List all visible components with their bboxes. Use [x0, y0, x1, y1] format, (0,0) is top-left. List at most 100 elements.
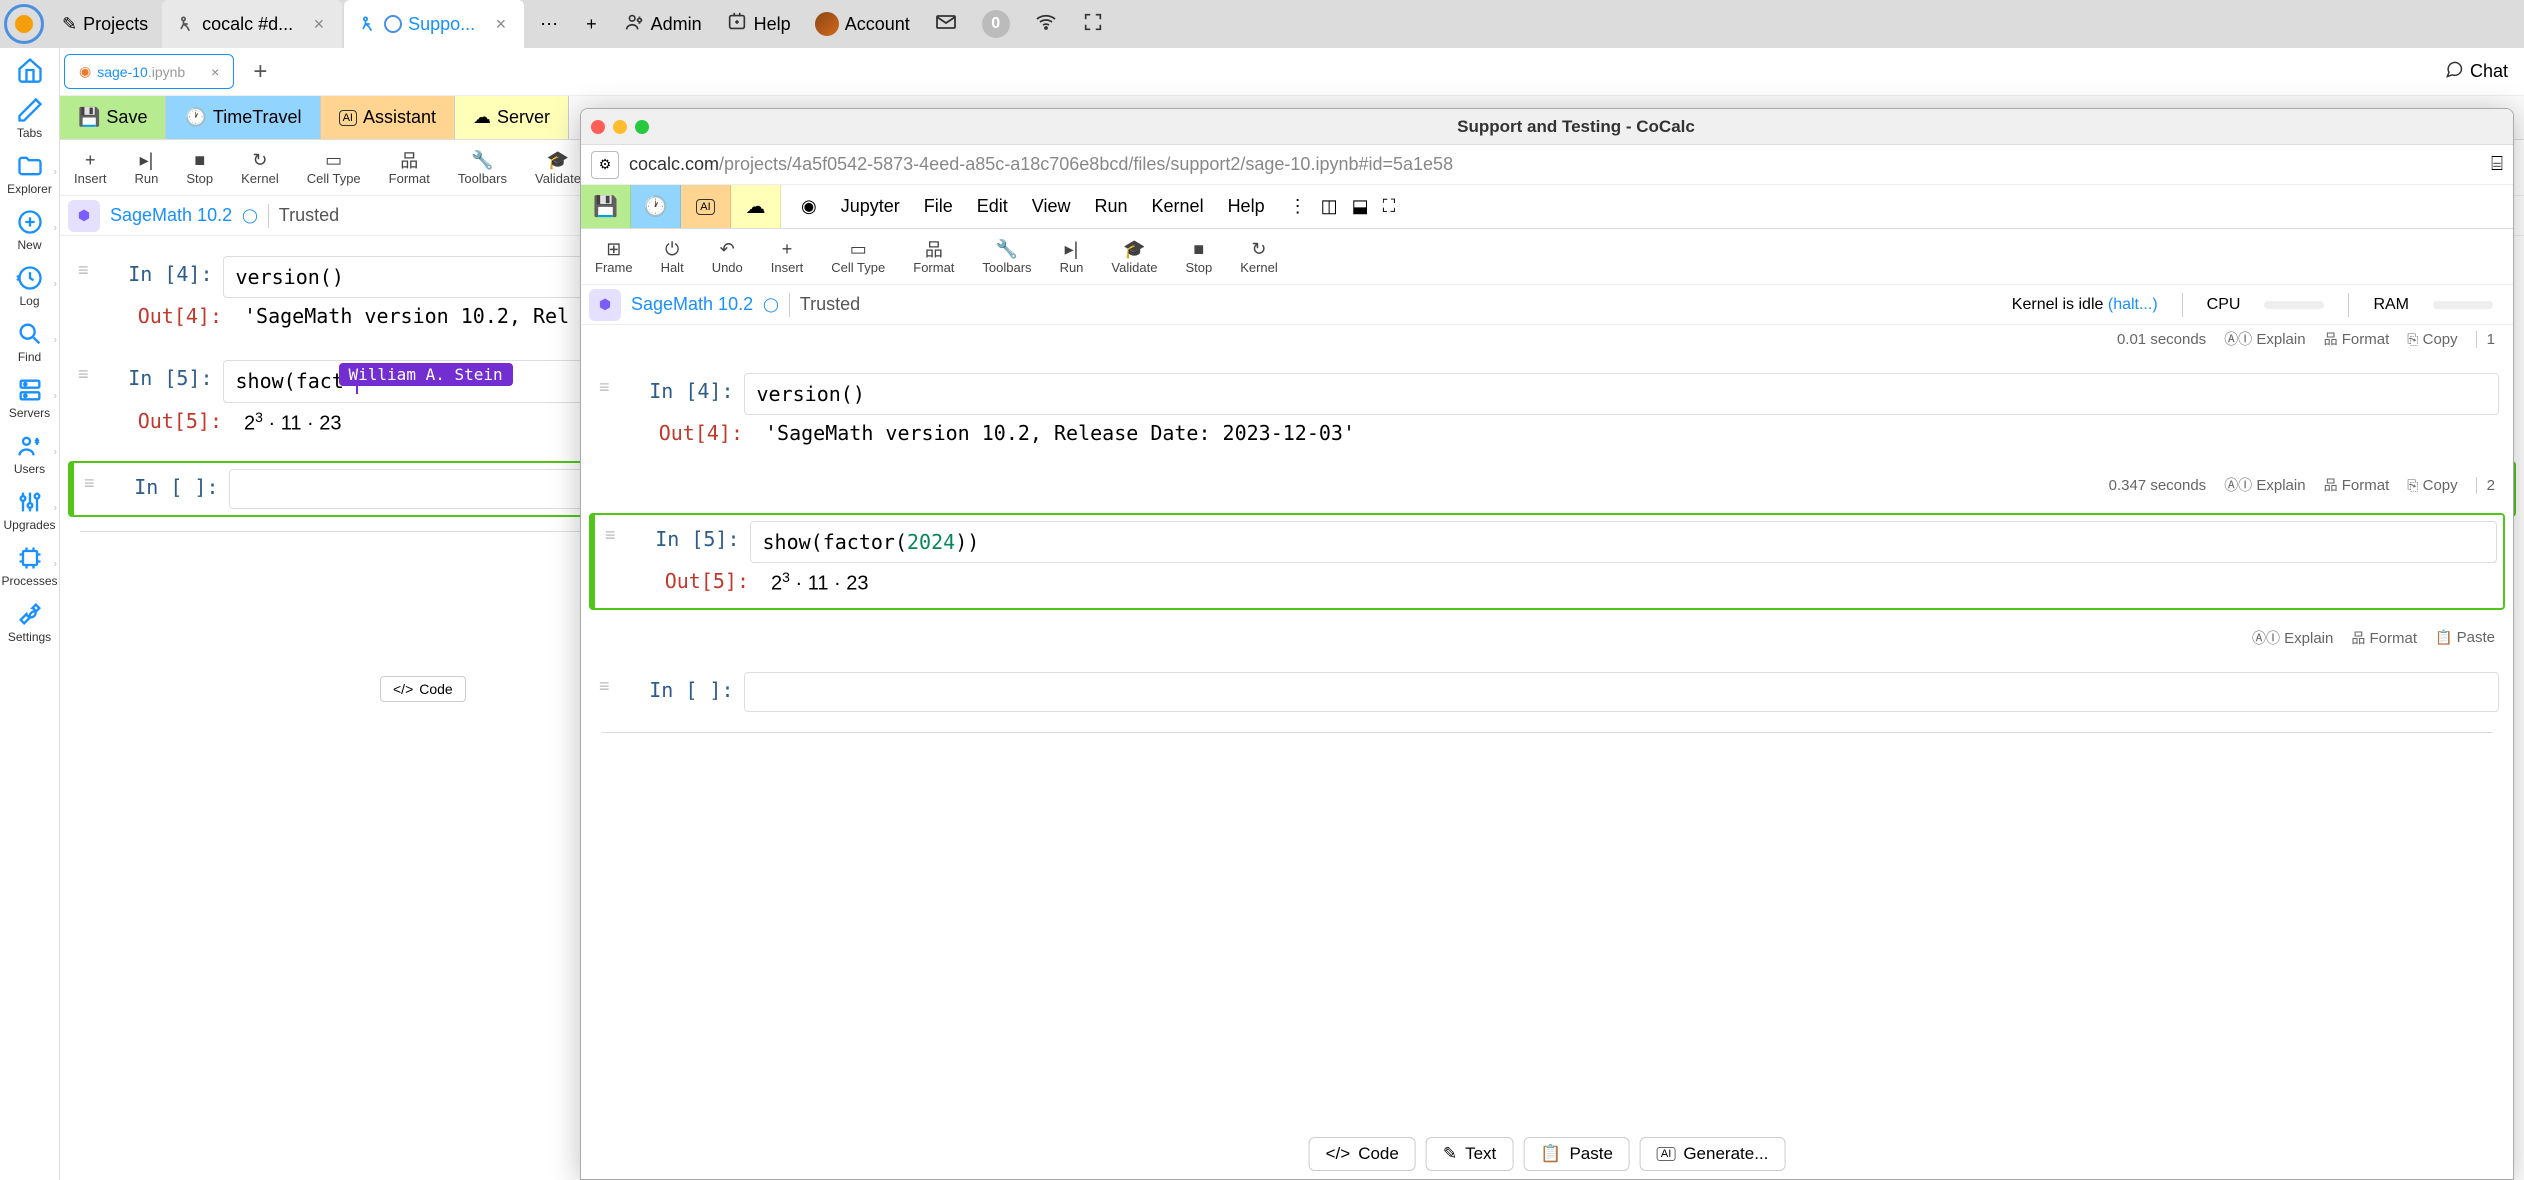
copy-button[interactable]: ⎘ Copy — [2407, 477, 2457, 494]
w2-tb-toolbars[interactable]: 🔧Toolbars — [968, 229, 1045, 284]
format-button[interactable]: 品 Format — [2351, 628, 2417, 648]
wifi-button[interactable] — [1022, 10, 1070, 39]
tab-cocalc-d[interactable]: cocalc #d... × — [162, 0, 342, 48]
menu-edit[interactable]: Edit — [977, 196, 1008, 217]
sidebar-explorer[interactable]: Explorer › — [0, 144, 59, 200]
save-button[interactable]: 💾 Save — [60, 96, 166, 139]
admin-button[interactable]: Admin — [611, 11, 714, 38]
sidebar-tabs[interactable]: Tabs — [0, 88, 59, 144]
insert-paste-button[interactable]: 📋Paste — [1523, 1137, 1630, 1171]
code-input[interactable] — [744, 672, 2499, 712]
w2-tb-kernel[interactable]: ↻Kernel — [1226, 229, 1292, 284]
drag-handle-icon[interactable]: ≡ — [595, 672, 614, 701]
w2-tb-halt[interactable]: ⏻Halt — [647, 229, 698, 284]
close-window-icon[interactable] — [591, 120, 605, 134]
notifications-button[interactable]: 0 — [970, 10, 1022, 38]
toolbar-toolbars[interactable]: 🔧Toolbars — [444, 140, 521, 195]
w2-tb-format[interactable]: 品Format — [899, 229, 968, 284]
split-v-icon[interactable]: ⬓ — [1352, 196, 1369, 217]
server-button[interactable]: ☁ Server — [455, 96, 569, 139]
cell-type-selector[interactable]: </> Code — [380, 676, 466, 702]
code-input[interactable]: show(factor(2024)) — [750, 521, 2497, 563]
drag-handle-icon[interactable]: ≡ — [74, 256, 93, 285]
format-button[interactable]: 品 Format — [2324, 329, 2390, 349]
fullscreen-button[interactable] — [1070, 11, 1116, 38]
w2-tb-validate[interactable]: 🎓Validate — [1097, 229, 1171, 284]
w2-tb-insert[interactable]: +Insert — [757, 229, 818, 284]
insert-text-button[interactable]: ✎Text — [1426, 1137, 1513, 1171]
projects-button[interactable]: ✎ Projects — [48, 0, 162, 48]
menu-jupyter[interactable]: Jupyter — [841, 196, 900, 217]
sidebar-log[interactable]: Log › — [0, 256, 59, 312]
url-text[interactable]: cocalc.com/projects/4a5f0542-5873-4eed-a… — [629, 154, 2481, 175]
w2-tb-frame[interactable]: ⊞Frame — [581, 229, 647, 284]
w2-tb-undo[interactable]: ↶Undo — [698, 229, 757, 284]
menu-file[interactable]: File — [924, 196, 953, 217]
sidebar-upgrades[interactable]: Upgrades › — [0, 480, 59, 536]
sidebar-servers[interactable]: Servers › — [0, 368, 59, 424]
minimize-window-icon[interactable] — [613, 120, 627, 134]
menu-help[interactable]: Help — [1228, 196, 1265, 217]
sidebar-new[interactable]: New › — [0, 200, 59, 256]
file-tab-sage10[interactable]: ◉ sage-10.ipynb × — [64, 54, 234, 89]
sidebar-home[interactable] — [0, 48, 59, 88]
titlebar[interactable]: Support and Testing - CoCalc — [581, 109, 2513, 145]
assistant-button[interactable]: AI Assistant — [321, 96, 455, 139]
w2-cell-5[interactable]: ≡ In [5]: show(factor(2024)) Out[5]: 23 … — [589, 513, 2505, 610]
toolbar-insert[interactable]: +Insert — [60, 140, 121, 195]
maximize-window-icon[interactable] — [635, 120, 649, 134]
toolbar-format[interactable]: 品Format — [375, 140, 444, 195]
sidebar-settings[interactable]: Settings — [0, 592, 59, 648]
toolbar-cell-type[interactable]: ▭Cell Type — [293, 140, 375, 195]
w2-save-button[interactable]: 💾 — [581, 185, 631, 228]
copy-button[interactable]: ⎘ Copy — [2407, 331, 2457, 348]
format-button[interactable]: 品 Format — [2324, 475, 2390, 495]
w2-tb-stop[interactable]: ■Stop — [1171, 229, 1226, 284]
close-icon[interactable]: × — [211, 64, 219, 80]
w2-cell-4[interactable]: ≡ In [4]: version() Out[4]: 'SageMath ve… — [589, 367, 2505, 457]
more-tabs-button[interactable]: ⋯ — [526, 0, 572, 48]
chat-button[interactable]: Chat — [2444, 59, 2508, 84]
account-button[interactable]: Account — [803, 12, 922, 36]
tab-support[interactable]: Suppo... × — [344, 0, 524, 48]
split-h-icon[interactable]: ◫ — [1321, 196, 1338, 217]
help-button[interactable]: Help — [714, 11, 803, 38]
generate-button[interactable]: AIGenerate... — [1640, 1137, 1785, 1171]
toolbar-run[interactable]: ▸|Run — [121, 140, 173, 195]
kebab-icon[interactable]: ⋮ — [1289, 196, 1307, 217]
close-icon[interactable]: × — [310, 14, 329, 35]
close-icon[interactable]: × — [492, 14, 511, 35]
w2-timetravel-button[interactable]: 🕐 — [631, 185, 681, 228]
halt-link[interactable]: (halt...) — [2108, 296, 2158, 313]
new-tab-button[interactable]: + — [572, 0, 611, 48]
drag-handle-icon[interactable]: ≡ — [595, 373, 614, 402]
w2-cell-empty[interactable]: ≡ In [ ]: — [589, 666, 2505, 718]
kernel-name[interactable]: SageMath 10.2 — [110, 205, 232, 226]
expand-icon[interactable]: ⛶ — [1383, 196, 1396, 217]
w2-server-button[interactable]: ☁ — [731, 185, 781, 228]
new-file-tab-button[interactable]: + — [240, 52, 280, 92]
mail-button[interactable] — [922, 10, 970, 39]
drag-handle-icon[interactable]: ≡ — [74, 360, 93, 389]
menu-kernel[interactable]: Kernel — [1152, 196, 1204, 217]
explain-button[interactable]: ⒶⒾ Explain — [2252, 628, 2333, 648]
w2-tb-celltype[interactable]: ▭Cell Type — [817, 229, 899, 284]
toolbar-stop[interactable]: ■Stop — [172, 140, 227, 195]
menu-view[interactable]: View — [1032, 196, 1071, 217]
explain-button[interactable]: ⒶⒾ Explain — [2224, 475, 2305, 495]
menu-run[interactable]: Run — [1095, 196, 1128, 217]
paste-button[interactable]: 📋 Paste — [2435, 629, 2495, 646]
cocalc-logo[interactable] — [4, 4, 44, 44]
w2-assistant-button[interactable]: AI — [681, 185, 731, 228]
sidebar-find[interactable]: Find › — [0, 312, 59, 368]
insert-code-button[interactable]: </>Code — [1309, 1137, 1416, 1171]
kernel-name[interactable]: SageMath 10.2 — [631, 294, 753, 315]
window-controls[interactable] — [591, 120, 649, 134]
site-settings-icon[interactable]: ⚙ — [591, 151, 619, 179]
install-app-icon[interactable]: ⌸ — [2491, 153, 2503, 176]
timetravel-button[interactable]: 🕐 TimeTravel — [166, 96, 320, 139]
w2-tb-run[interactable]: ▸|Run — [1046, 229, 1098, 284]
code-input[interactable]: version() — [744, 373, 2499, 415]
explain-button[interactable]: ⒶⒾ Explain — [2224, 329, 2305, 349]
sidebar-users[interactable]: Users › — [0, 424, 59, 480]
